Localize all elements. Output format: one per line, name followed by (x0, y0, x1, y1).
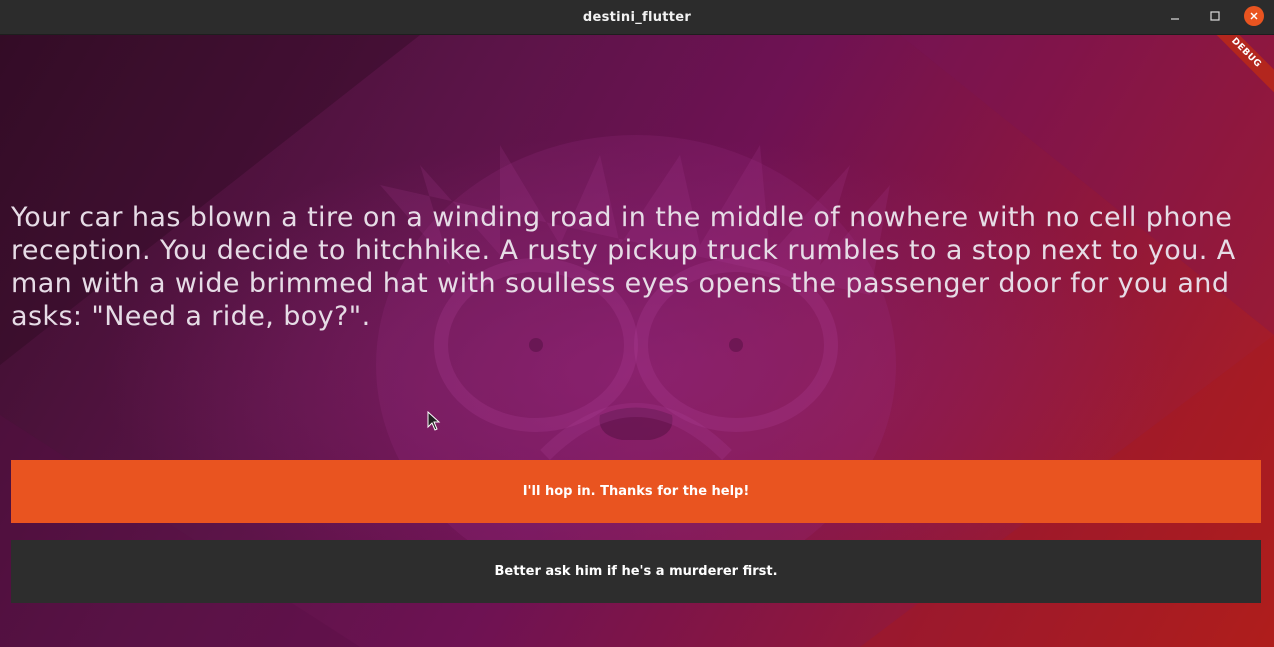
choice2-button[interactable]: Better ask him if he's a murderer first. (11, 540, 1261, 603)
story-page: DEBUG Your car has blown a tire on a win… (0, 35, 1274, 647)
minimize-icon (1171, 18, 1179, 20)
close-button[interactable] (1244, 6, 1264, 26)
story-text: Your car has blown a tire on a winding r… (11, 202, 1236, 332)
maximize-icon (1210, 11, 1220, 21)
mouse-pointer-icon (427, 411, 441, 431)
debug-banner: DEBUG (1197, 35, 1274, 102)
choice2-label: Better ask him if he's a murderer first. (494, 564, 778, 579)
window-title: destini_flutter (582, 9, 692, 25)
title-bar[interactable]: destini_flutter (0, 0, 1274, 35)
choice1-button[interactable]: I'll hop in. Thanks for the help! (11, 460, 1261, 523)
app-window: destini_flutter DEBUG Your car has blown… (0, 0, 1274, 647)
close-icon (1250, 12, 1258, 20)
window-controls (1164, 5, 1264, 27)
maximize-button[interactable] (1204, 5, 1226, 27)
choice1-label: I'll hop in. Thanks for the help! (522, 484, 750, 499)
minimize-button[interactable] (1164, 5, 1186, 27)
